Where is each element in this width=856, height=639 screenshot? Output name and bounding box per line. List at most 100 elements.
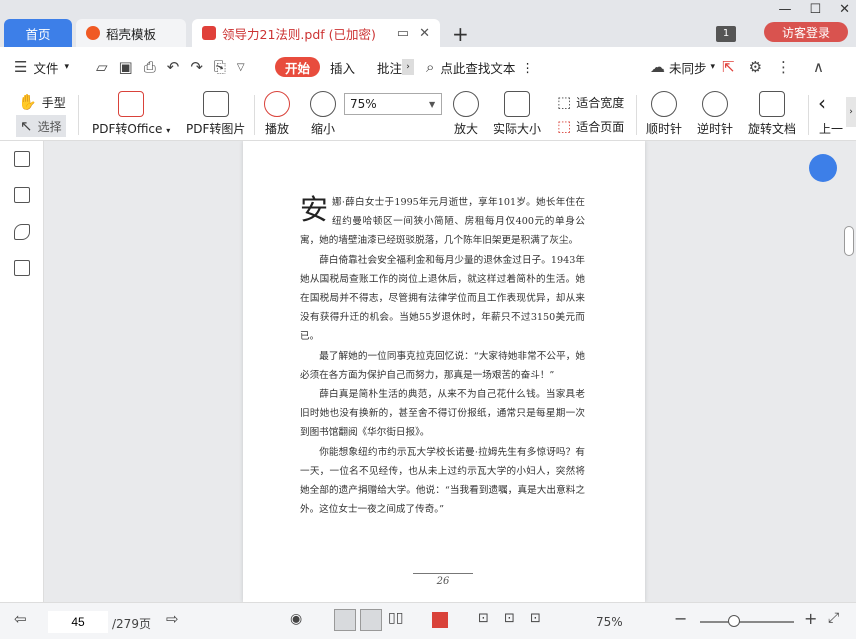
- tab-template[interactable]: 稻壳模板: [76, 19, 186, 47]
- zoom-out-button[interactable]: 缩小: [310, 91, 336, 137]
- fullscreen-icon[interactable]: ⤢: [828, 610, 839, 626]
- select-tool-label: 选择: [37, 119, 62, 134]
- previous-page-button[interactable]: ‹ 上一: [818, 91, 844, 137]
- fit-page-label: 适合页面: [576, 119, 625, 134]
- zoom-slider-track[interactable]: [700, 621, 794, 623]
- tab-home[interactable]: 首页: [4, 19, 72, 47]
- eye-protection-icon[interactable]: ◉: [290, 611, 302, 627]
- redo-icon[interactable]: ↷: [190, 58, 203, 76]
- guest-login-button[interactable]: 访客登录: [764, 22, 848, 42]
- ribbon-scroll-right-icon[interactable]: ›: [402, 59, 414, 75]
- export-pdf-icon[interactable]: [14, 260, 30, 276]
- chevron-down-icon: ▼: [429, 99, 436, 109]
- pdf-to-office-label: PDF转Office: [92, 122, 163, 136]
- toolbar-scroll-right-icon[interactable]: ›: [846, 97, 856, 127]
- page-number-input[interactable]: [48, 611, 108, 633]
- play-slideshow-icon[interactable]: [432, 612, 448, 628]
- tab-annotate[interactable]: 批注: [377, 47, 402, 87]
- quick-access-toolbar: ▱ ▣ ⎙ ↶ ↷ ⎘ ▽: [96, 47, 245, 87]
- play-button[interactable]: 播放: [264, 91, 290, 137]
- tab-start[interactable]: 开始: [275, 57, 321, 77]
- prev-page-icon[interactable]: ⇦: [14, 610, 27, 628]
- single-page-view-icon[interactable]: [334, 609, 356, 631]
- fit-width-icon[interactable]: ⊡: [530, 611, 541, 626]
- thumbnail-icon[interactable]: [14, 187, 30, 203]
- image-icon: [202, 91, 229, 117]
- hand-tool[interactable]: ✋ 手型: [18, 93, 66, 111]
- fit-page-icon[interactable]: ⊡: [504, 611, 515, 626]
- zoom-slider-knob[interactable]: [728, 615, 740, 627]
- zoom-out-label: 缩小: [310, 122, 335, 136]
- more-dropdown-icon[interactable]: ▽: [237, 62, 245, 73]
- outline-icon[interactable]: [14, 151, 30, 167]
- zoom-percentage: 75%: [596, 615, 623, 629]
- paragraph: 你能想象纽约市约示瓦大学校长诺曼·拉姆先生有多惊讶吗？有一天，一位名不见经传，也…: [300, 446, 585, 516]
- rotate-document-button[interactable]: 旋转文档: [748, 91, 796, 137]
- ribbon-toolbar: ✋ 手型 ↖ 选择 PDF转Office ▾ PDF转图片 播放 缩小 75% …: [0, 87, 856, 141]
- print-icon[interactable]: ⎙: [144, 58, 156, 76]
- settings-icon[interactable]: ⚙: [749, 58, 762, 76]
- docer-logo-icon: [86, 26, 100, 40]
- vertical-scrollbar-thumb[interactable]: [844, 226, 854, 256]
- zoom-in-icon[interactable]: +: [804, 609, 817, 628]
- window-count-badge[interactable]: 1: [716, 26, 736, 42]
- select-tool[interactable]: ↖ 选择: [16, 115, 66, 137]
- tab-window-icon[interactable]: ▭: [397, 26, 409, 41]
- more-icon[interactable]: ⋮: [776, 58, 791, 76]
- floating-tool-button[interactable]: [809, 154, 837, 182]
- undo-icon[interactable]: ↶: [167, 58, 180, 76]
- fit-width-button[interactable]: ⬚ 适合宽度: [557, 93, 624, 111]
- fit-page-button[interactable]: ⬚ 适合页面: [557, 117, 624, 135]
- save-icon[interactable]: ▣: [119, 58, 133, 76]
- tab-document-label: 领导力21法则.pdf (已加密): [222, 26, 376, 42]
- rotate-counterclockwise-button[interactable]: 逆时针: [697, 91, 733, 137]
- minimize-icon[interactable]: —: [778, 2, 791, 17]
- continuous-view-icon[interactable]: [360, 609, 382, 631]
- status-bar: ⇦ /279页 ⇨ ◉ ▯▯ ⊡ ⊡ ⊡ 75% − + ⤢: [0, 602, 856, 639]
- new-tab-button[interactable]: +: [452, 22, 469, 46]
- annotation-icon[interactable]: [14, 224, 30, 240]
- actual-size-button[interactable]: 实际大小: [493, 91, 541, 137]
- rotate-cw-icon: [651, 91, 677, 117]
- fit-width-label: 适合宽度: [576, 95, 625, 110]
- document-viewport[interactable]: 安娜·薛白女士于1995年元月逝世，享年101岁。她长年住在纽约曼哈顿区一间狭小…: [44, 141, 856, 602]
- divider: [808, 95, 809, 135]
- hand-icon: ✋: [18, 93, 37, 111]
- rotate-clockwise-button[interactable]: 顺时针: [646, 91, 682, 137]
- rotate-document-icon: [759, 91, 785, 117]
- paragraph-text: 娜·薛白女士于1995年元月逝世，享年101岁。她长年住在纽约曼哈顿区一间狭小简…: [300, 197, 585, 247]
- menu-bar: ☰ 文件 ▾ ▱ ▣ ⎙ ↶ ↷ ⎘ ▽ 开始 插入 批注 › ⌕ 点此查找文本…: [0, 47, 856, 87]
- zoom-in-icon: [453, 91, 479, 117]
- sync-label: 未同步: [669, 60, 707, 76]
- export-icon[interactable]: ⎘: [214, 58, 226, 76]
- pdf-to-image-label: PDF转图片: [186, 122, 246, 136]
- search-box[interactable]: ⌕ 点此查找文本 ⋮: [426, 47, 534, 87]
- search-placeholder: 点此查找文本: [440, 60, 516, 76]
- chevron-down-icon: ▾: [64, 62, 69, 72]
- arrow-left-icon: ‹: [818, 91, 826, 115]
- zoom-in-button[interactable]: 放大: [453, 91, 479, 137]
- maximize-icon[interactable]: ☐: [809, 2, 821, 17]
- tab-insert[interactable]: 插入: [330, 47, 355, 87]
- tab-document[interactable]: 领导力21法则.pdf (已加密) ▭ ✕: [192, 19, 440, 47]
- zoom-out-icon[interactable]: −: [674, 609, 687, 628]
- tab-close-icon[interactable]: ✕: [419, 26, 430, 41]
- rotate-ccw-icon: [702, 91, 728, 117]
- open-folder-icon[interactable]: ▱: [96, 58, 108, 76]
- more-options-icon[interactable]: ⋮: [521, 60, 534, 75]
- share-icon[interactable]: ⇱: [722, 58, 735, 76]
- file-menu[interactable]: ☰ 文件 ▾: [14, 47, 69, 87]
- divider: [78, 95, 79, 135]
- next-page-icon[interactable]: ⇨: [166, 610, 179, 628]
- zoom-select[interactable]: 75% ▼: [344, 93, 442, 115]
- collapse-ribbon-icon[interactable]: ∧: [813, 58, 824, 76]
- pdf-to-office-button[interactable]: PDF转Office ▾: [92, 91, 170, 137]
- file-menu-label: 文件: [33, 60, 59, 76]
- sync-status[interactable]: ☁ 未同步 ▾: [650, 47, 715, 87]
- pdf-to-image-button[interactable]: PDF转图片: [186, 91, 245, 137]
- tab-home-label: 首页: [25, 26, 51, 42]
- actual-size-icon[interactable]: ⊡: [478, 611, 489, 626]
- close-window-icon[interactable]: ✕: [839, 2, 850, 17]
- two-page-view-icon[interactable]: ▯▯: [388, 610, 403, 626]
- menubar-right-tools: ⇱ ⚙ ⋮ ∧: [722, 47, 824, 87]
